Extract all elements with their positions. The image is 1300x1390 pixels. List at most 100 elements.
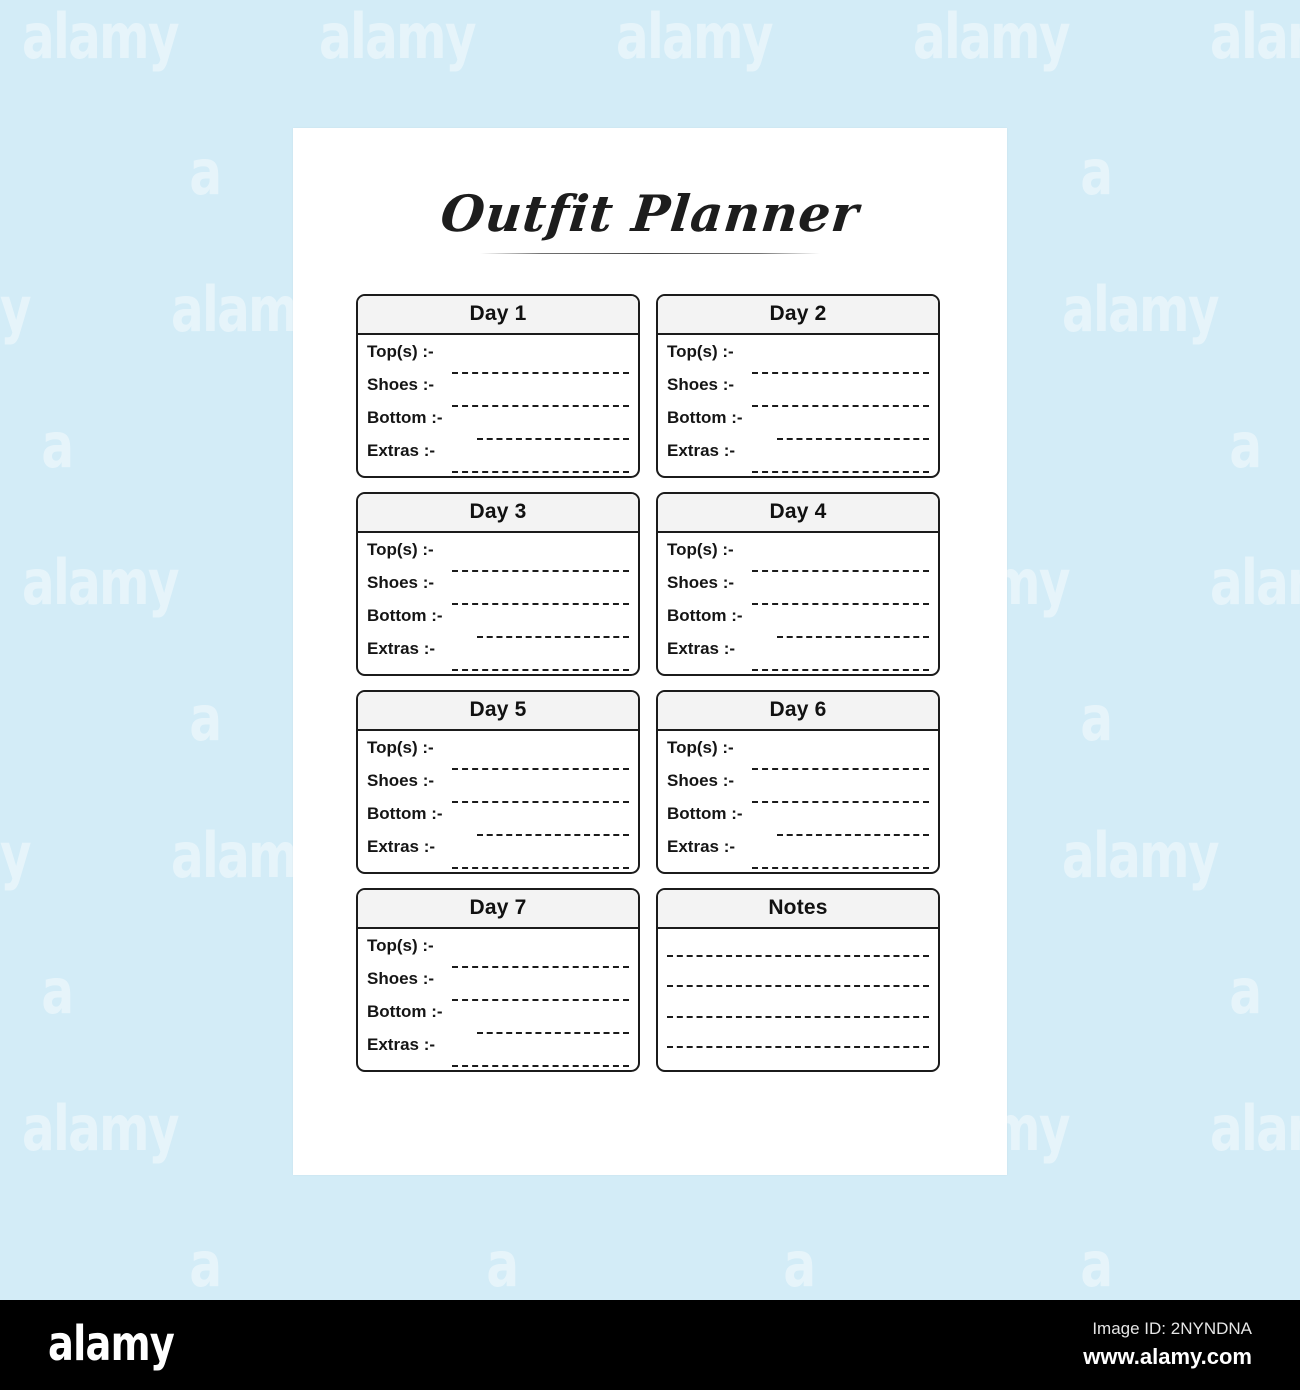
- watermark-word: alamy: [0, 819, 31, 892]
- field-row: Shoes :-: [367, 375, 629, 408]
- watermark-letter: a: [1080, 136, 1113, 209]
- card-header-notes: Notes: [658, 890, 938, 929]
- field-label: Shoes :-: [367, 573, 435, 592]
- field-row: Top(s) :-: [667, 342, 929, 375]
- watermark-letter: a: [486, 1228, 519, 1300]
- notes-write-line[interactable]: [667, 955, 929, 958]
- alamy-logo: alamy: [48, 1316, 175, 1372]
- watermark-letter: a: [40, 955, 74, 1028]
- watermark-word: alamy: [1061, 273, 1219, 346]
- field-write-line[interactable]: [752, 570, 929, 572]
- field-row: Extras :-: [367, 1035, 629, 1068]
- planner-card-day-2: Day 2 Top(s) :- Shoes :- Bottom :- Extras :-: [656, 294, 940, 478]
- planner-card-notes: Notes: [656, 888, 940, 1072]
- field-row: Extras :-: [667, 441, 929, 474]
- watermark-word: alamy: [0, 273, 31, 346]
- field-label: Bottom :-: [367, 804, 443, 823]
- notes-write-line[interactable]: [667, 985, 929, 988]
- field-label: Extras :-: [367, 837, 436, 856]
- field-label: Top(s) :-: [667, 738, 734, 757]
- field-label: Top(s) :-: [667, 342, 734, 361]
- field-row: Bottom :-: [667, 408, 929, 441]
- field-write-line[interactable]: [452, 1065, 629, 1067]
- field-write-line[interactable]: [452, 471, 629, 473]
- card-body-day-1: Top(s) :- Shoes :- Bottom :- Extras :-: [358, 335, 638, 476]
- field-label: Bottom :-: [667, 606, 743, 625]
- field-write-line[interactable]: [752, 471, 929, 473]
- watermark-letter: a: [189, 136, 222, 209]
- watermark-word: alamy: [318, 0, 477, 73]
- field-write-line[interactable]: [477, 834, 629, 836]
- image-id-label: Image ID: 2NYNDNA: [1092, 1319, 1252, 1338]
- field-write-line[interactable]: [752, 372, 929, 374]
- planner-card-day-1: Day 1 Top(s) :- Shoes :- Bottom :- Extras :-: [356, 294, 640, 478]
- title-block: Outfit Planner: [293, 184, 1007, 254]
- field-row: Shoes :-: [667, 573, 929, 606]
- field-write-line[interactable]: [452, 405, 629, 407]
- field-row: Extras :-: [667, 639, 929, 672]
- card-body-day-6: Top(s) :- Shoes :- Bottom :- Extras :-: [658, 731, 938, 872]
- watermark-word: alamy: [21, 1092, 180, 1165]
- field-row: Shoes :-: [667, 771, 929, 804]
- field-write-line[interactable]: [752, 867, 929, 869]
- field-write-line[interactable]: [452, 372, 629, 374]
- field-write-line[interactable]: [752, 768, 929, 770]
- field-row: Extras :-: [667, 837, 929, 870]
- notes-write-line[interactable]: [667, 1045, 929, 1048]
- field-write-line[interactable]: [477, 636, 629, 638]
- field-row: Extras :-: [367, 639, 629, 672]
- card-header-day-3: Day 3: [358, 494, 638, 533]
- field-write-line[interactable]: [477, 1032, 629, 1034]
- field-row: Shoes :-: [367, 771, 629, 804]
- field-row: Shoes :-: [367, 969, 629, 1002]
- footer-meta: Image ID: 2NYNDNA www.alamy.com: [1083, 1316, 1252, 1372]
- field-label: Shoes :-: [367, 969, 435, 988]
- watermark-letter: a: [1228, 955, 1262, 1028]
- watermark-letter: a: [189, 1228, 222, 1300]
- field-write-line[interactable]: [452, 768, 629, 770]
- alamy-website-link[interactable]: www.alamy.com: [1083, 1342, 1252, 1373]
- card-header-day-1: Day 1: [358, 296, 638, 335]
- field-write-line[interactable]: [452, 999, 629, 1001]
- field-label: Extras :-: [667, 441, 736, 460]
- planner-page: Outfit Planner Day 1 Top(s) :- Shoes :- Bot…: [293, 128, 1007, 1175]
- field-write-line[interactable]: [452, 966, 629, 968]
- card-body-day-4: Top(s) :- Shoes :- Bottom :- Extras :-: [658, 533, 938, 674]
- field-label: Shoes :-: [667, 573, 735, 592]
- page-title: Outfit Planner: [438, 184, 863, 243]
- notes-write-line[interactable]: [667, 1015, 929, 1018]
- watermark-word: alamy: [1209, 546, 1300, 619]
- watermark-word: alamy: [615, 0, 774, 73]
- field-write-line[interactable]: [752, 801, 929, 803]
- field-write-line[interactable]: [452, 570, 629, 572]
- field-write-line[interactable]: [452, 669, 629, 671]
- field-row: Bottom :-: [367, 1002, 629, 1035]
- watermark-word: alamy: [21, 546, 180, 619]
- watermark-letter: a: [783, 1228, 816, 1300]
- field-label: Top(s) :-: [367, 738, 434, 757]
- field-write-line[interactable]: [452, 867, 629, 869]
- field-write-line[interactable]: [477, 438, 629, 440]
- field-write-line[interactable]: [452, 801, 629, 803]
- field-write-line[interactable]: [777, 834, 929, 836]
- field-row: Extras :-: [367, 837, 629, 870]
- field-label: Top(s) :-: [367, 936, 434, 955]
- field-write-line[interactable]: [752, 669, 929, 671]
- field-write-line[interactable]: [777, 636, 929, 638]
- field-row: Top(s) :-: [367, 540, 629, 573]
- watermark-letter: a: [40, 409, 74, 482]
- watermark-letter: a: [189, 682, 222, 755]
- field-write-line[interactable]: [752, 603, 929, 605]
- field-label: Shoes :-: [367, 771, 435, 790]
- card-grid: Day 1 Top(s) :- Shoes :- Bottom :- Extras :-…: [356, 294, 940, 1072]
- field-write-line[interactable]: [452, 603, 629, 605]
- field-row: Bottom :-: [367, 606, 629, 639]
- field-write-line[interactable]: [777, 438, 929, 440]
- watermark-letter: a: [1228, 409, 1262, 482]
- field-label: Bottom :-: [667, 408, 743, 427]
- watermark-word: alamy: [1209, 0, 1300, 73]
- watermark-word: alamy: [21, 0, 180, 73]
- card-body-day-7: Top(s) :- Shoes :- Bottom :- Extras :-: [358, 929, 638, 1070]
- field-write-line[interactable]: [752, 405, 929, 407]
- planner-card-day-4: Day 4 Top(s) :- Shoes :- Bottom :- Extras :-: [656, 492, 940, 676]
